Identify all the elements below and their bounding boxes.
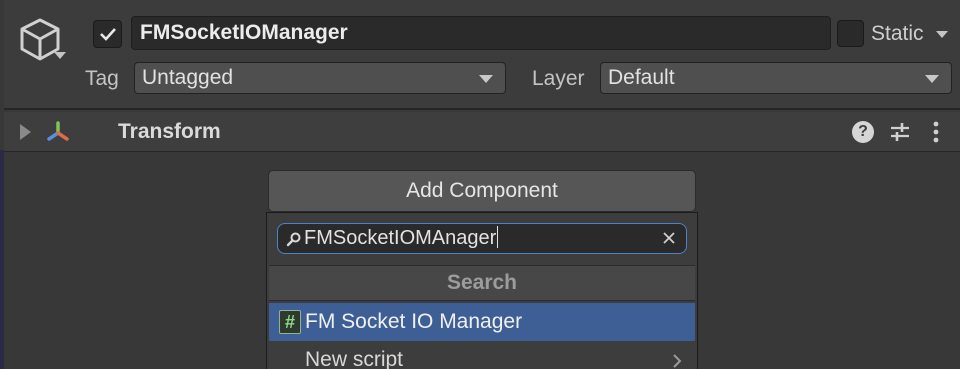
static-dropdown-arrow[interactable] <box>936 31 948 38</box>
script-hash-icon: # <box>279 310 301 334</box>
object-name-input[interactable]: FMSocketIOManager <box>131 16 831 50</box>
transform-icon <box>47 121 69 141</box>
chevron-right-icon <box>673 354 682 368</box>
search-icon <box>286 232 301 247</box>
more-options-icon[interactable] <box>929 119 943 145</box>
checkmark-icon <box>99 28 116 41</box>
help-icon[interactable]: ? <box>852 121 874 143</box>
layer-value: Default <box>608 66 675 89</box>
component-search-input[interactable]: FMSocketIOMAnager <box>277 223 687 254</box>
active-checkbox[interactable] <box>93 20 122 48</box>
component-title: Transform <box>118 120 221 143</box>
window-edge <box>0 150 4 369</box>
tag-dropdown[interactable]: Untagged <box>134 62 506 94</box>
chevron-down-icon <box>925 75 939 83</box>
inspector-header: FMSocketIOManager Static Tag Untagged La… <box>4 0 960 110</box>
icon-dropdown-arrow[interactable] <box>54 52 66 59</box>
layer-label: Layer <box>532 67 585 90</box>
tag-label: Tag <box>85 67 119 90</box>
layer-dropdown[interactable]: Default <box>600 62 952 94</box>
add-component-popup: FMSocketIOMAnager Search # FM Socket IO … <box>266 212 698 369</box>
chevron-down-icon <box>479 75 493 83</box>
list-item-fm-socket-io-manager[interactable]: # FM Socket IO Manager <box>269 303 695 341</box>
text-cursor <box>497 226 499 248</box>
static-label[interactable]: Static <box>871 20 924 48</box>
clear-icon[interactable] <box>662 231 676 245</box>
foldout-arrow-icon[interactable] <box>20 124 31 140</box>
transform-component-header[interactable]: Transform ? <box>4 112 960 152</box>
tag-value: Untagged <box>142 66 234 89</box>
list-item-label: New script <box>305 348 404 369</box>
static-checkbox[interactable] <box>837 20 864 47</box>
search-section-header: Search <box>269 265 695 301</box>
list-item-label: FM Socket IO Manager <box>305 310 523 333</box>
preset-settings-icon[interactable] <box>888 120 912 144</box>
add-component-button[interactable]: Add Component <box>268 170 696 212</box>
list-item-new-script[interactable]: New script <box>269 341 695 369</box>
search-query: FMSocketIOMAnager <box>304 227 497 249</box>
